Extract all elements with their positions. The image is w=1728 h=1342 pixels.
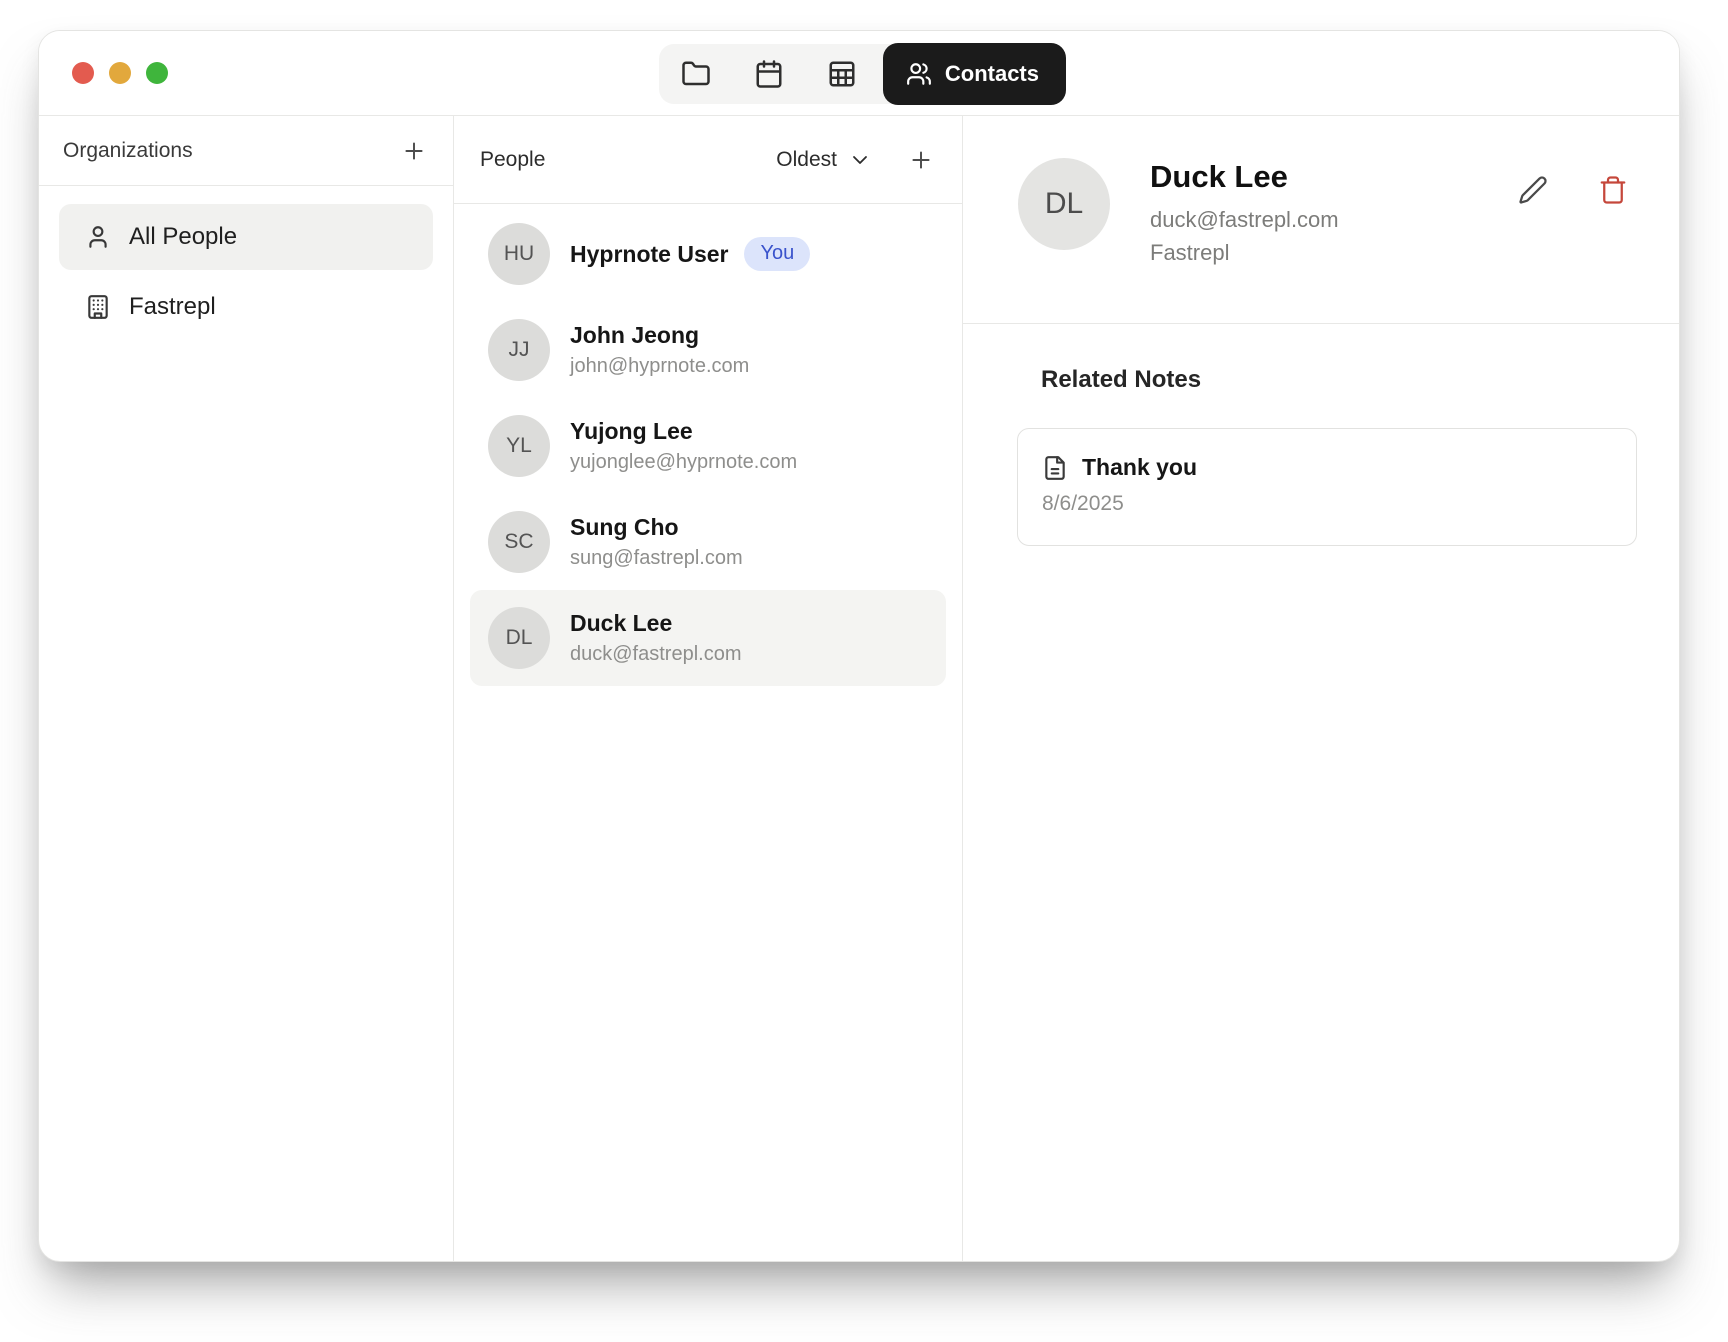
you-badge: You bbox=[744, 237, 810, 271]
avatar: HU bbox=[488, 223, 550, 285]
related-notes-title: Related Notes bbox=[1041, 366, 1635, 394]
trash-icon bbox=[1598, 175, 1628, 205]
chevron-down-icon bbox=[848, 148, 872, 172]
close-window-button[interactable] bbox=[72, 62, 94, 84]
tab-contacts-active[interactable]: Contacts bbox=[883, 43, 1066, 105]
person-row-hyprnote-user[interactable]: HU Hyprnote User You bbox=[470, 206, 946, 302]
person-email: yujonglee@hyprnote.com bbox=[570, 451, 797, 474]
contact-name: Duck Lee bbox=[1150, 159, 1339, 195]
app-window: Contacts Organizations All Peop bbox=[38, 30, 1680, 1262]
plus-icon bbox=[401, 138, 427, 164]
folder-icon bbox=[681, 59, 711, 89]
person-name: John Jeong bbox=[570, 322, 749, 349]
view-switcher: Contacts bbox=[659, 44, 1064, 104]
plus-icon bbox=[908, 147, 934, 173]
person-row-duck-lee[interactable]: DL Duck Lee duck@fastrepl.com bbox=[470, 590, 946, 686]
avatar: JJ bbox=[488, 319, 550, 381]
organizations-title: Organizations bbox=[63, 139, 193, 163]
sort-selected-value: Oldest bbox=[776, 148, 837, 172]
edit-contact-button[interactable] bbox=[1511, 168, 1555, 212]
avatar: DL bbox=[488, 607, 550, 669]
person-email: john@hyprnote.com bbox=[570, 355, 749, 378]
people-header: People Oldest bbox=[454, 116, 962, 204]
contact-detail-header: DL Duck Lee duck@fastrepl.com Fastrepl bbox=[963, 116, 1679, 324]
tab-table[interactable] bbox=[805, 44, 878, 104]
person-name: Yujong Lee bbox=[570, 418, 797, 445]
person-main: Hyprnote User You bbox=[570, 237, 810, 271]
user-icon bbox=[85, 224, 111, 250]
calendar-icon bbox=[754, 59, 784, 89]
related-notes-section: Related Notes Thank you 8/6/2025 bbox=[963, 324, 1679, 546]
sort-dropdown[interactable]: Oldest bbox=[776, 148, 872, 172]
people-panel: People Oldest HU Hyprnote bbox=[454, 116, 963, 1261]
sidebar-item-label: All People bbox=[129, 223, 237, 251]
minimize-window-button[interactable] bbox=[109, 62, 131, 84]
sidebar-item-fastrepl[interactable]: Fastrepl bbox=[59, 278, 433, 336]
tab-calendar[interactable] bbox=[732, 44, 805, 104]
contact-email: duck@fastrepl.com bbox=[1150, 207, 1339, 233]
person-name: Hyprnote User bbox=[570, 241, 728, 268]
zoom-window-button[interactable] bbox=[146, 62, 168, 84]
tab-files[interactable] bbox=[659, 44, 732, 104]
organizations-header: Organizations bbox=[39, 116, 453, 186]
person-email: duck@fastrepl.com bbox=[570, 643, 741, 666]
organizations-list: All People Fastrepl bbox=[39, 186, 453, 354]
file-text-icon bbox=[1042, 455, 1068, 481]
person-name: Duck Lee bbox=[570, 610, 741, 637]
note-title: Thank you bbox=[1082, 454, 1197, 481]
avatar: SC bbox=[488, 511, 550, 573]
traffic-lights bbox=[72, 62, 168, 84]
title-bar: Contacts bbox=[39, 31, 1679, 116]
table-icon bbox=[827, 59, 857, 89]
sidebar-item-all-people[interactable]: All People bbox=[59, 204, 433, 270]
users-icon bbox=[906, 61, 932, 87]
avatar: YL bbox=[488, 415, 550, 477]
sidebar-item-label: Fastrepl bbox=[129, 293, 216, 321]
add-person-button[interactable] bbox=[908, 147, 934, 173]
contact-identity: Duck Lee duck@fastrepl.com Fastrepl bbox=[1150, 158, 1339, 323]
contact-organization: Fastrepl bbox=[1150, 240, 1339, 266]
people-list: HU Hyprnote User You JJ John Jeong john@… bbox=[454, 204, 962, 702]
contact-detail-panel: DL Duck Lee duck@fastrepl.com Fastrepl bbox=[963, 116, 1679, 1261]
main-area: Organizations All People bbox=[39, 116, 1679, 1261]
tab-contacts-label: Contacts bbox=[945, 61, 1039, 87]
add-organization-button[interactable] bbox=[401, 138, 427, 164]
person-email: sung@fastrepl.com bbox=[570, 547, 743, 570]
person-row-sung-cho[interactable]: SC Sung Cho sung@fastrepl.com bbox=[470, 494, 946, 590]
note-date: 8/6/2025 bbox=[1042, 492, 1612, 516]
people-title: People bbox=[480, 148, 545, 172]
pencil-icon bbox=[1518, 175, 1548, 205]
contact-actions bbox=[1511, 168, 1635, 212]
contact-avatar: DL bbox=[1018, 158, 1110, 250]
organizations-sidebar: Organizations All People bbox=[39, 116, 454, 1261]
note-title-row: Thank you bbox=[1042, 454, 1612, 481]
building-icon bbox=[85, 294, 111, 320]
person-row-yujong-lee[interactable]: YL Yujong Lee yujonglee@hyprnote.com bbox=[470, 398, 946, 494]
person-row-john-jeong[interactable]: JJ John Jeong john@hyprnote.com bbox=[470, 302, 946, 398]
note-card[interactable]: Thank you 8/6/2025 bbox=[1017, 428, 1637, 546]
person-name: Sung Cho bbox=[570, 514, 743, 541]
delete-contact-button[interactable] bbox=[1591, 168, 1635, 212]
